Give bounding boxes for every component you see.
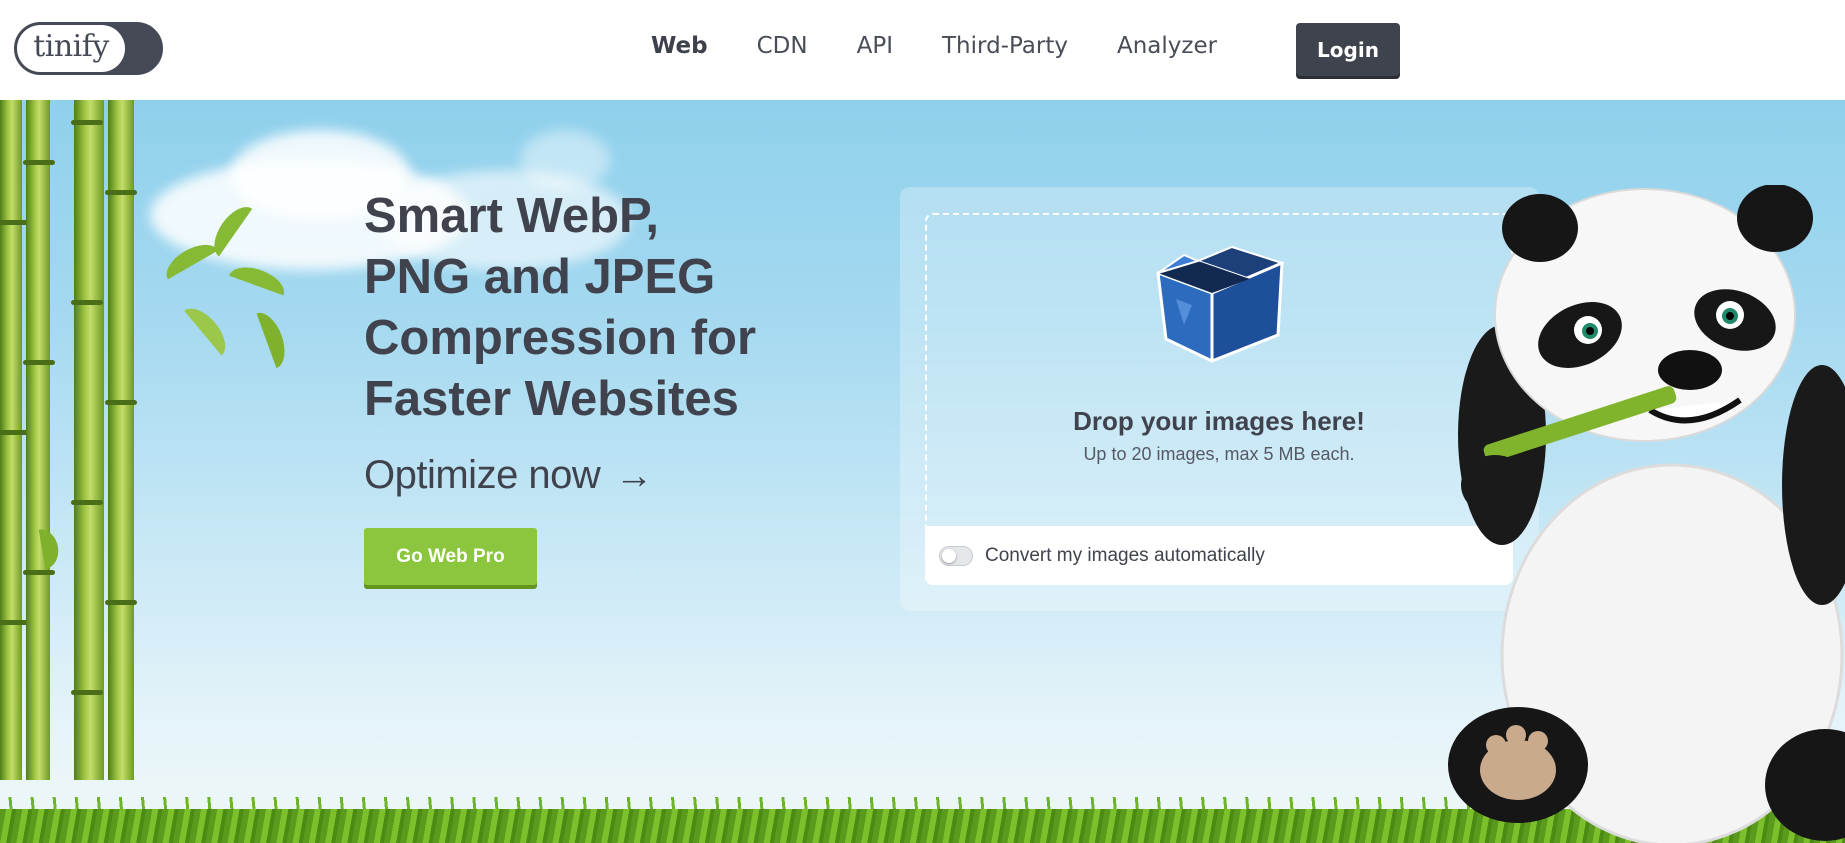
login-button[interactable]: Login [1296, 23, 1400, 76]
nav-item-analyzer[interactable]: Analyzer [1117, 33, 1217, 59]
tinify-logo[interactable]: tinify [14, 22, 163, 75]
arrow-right-icon: → [614, 455, 653, 497]
nav-item-web[interactable]: Web [651, 33, 708, 59]
panda-mascot [1448, 185, 1845, 843]
convert-toggle[interactable] [939, 545, 973, 566]
main-nav: Web CDN API Third-Party Analyzer [651, 33, 1266, 59]
convert-label: Convert my images automatically [985, 544, 1265, 566]
go-web-pro-button[interactable]: Go Web Pro [364, 528, 537, 585]
headline-line: PNG and JPEG [364, 250, 716, 304]
optimize-now-link[interactable]: Optimize now → [364, 453, 653, 498]
logo-text: tinify [33, 29, 109, 64]
cloud-illustration [520, 130, 610, 190]
convert-option-bar: Convert my images automatically [925, 526, 1513, 585]
site-header: tinify Web CDN API Third-Party Analyzer … [0, 0, 1845, 100]
box-icon [1156, 245, 1285, 363]
nav-item-api[interactable]: API [857, 33, 893, 59]
toggle-knob [942, 548, 956, 563]
dropzone-subtitle: Up to 20 images, max 5 MB each. [1083, 444, 1355, 464]
dropzone-title: Drop your images here! [1073, 406, 1365, 436]
optimize-now-label: Optimize now [364, 453, 601, 497]
nav-item-third-party[interactable]: Third-Party [942, 33, 1068, 59]
nav-item-cdn[interactable]: CDN [757, 33, 808, 59]
hero-headline: Smart WebP, PNG and JPEG Compression for… [364, 186, 784, 430]
logo-badge: tinify [17, 25, 125, 72]
headline-line: Smart WebP, [364, 189, 660, 243]
headline-line: Faster Websites [364, 372, 739, 426]
headline-line: Compression for [364, 311, 757, 365]
